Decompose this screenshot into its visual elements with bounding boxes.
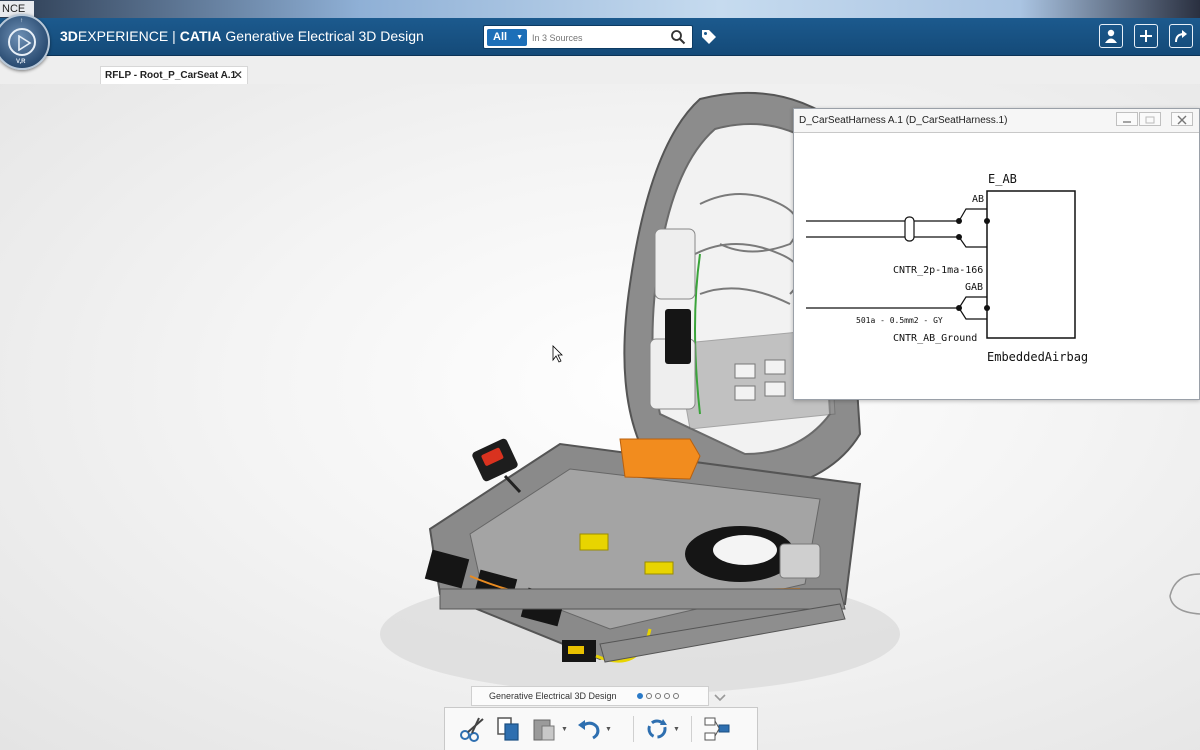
tag-icon[interactable]	[700, 28, 718, 51]
cut-icon[interactable]	[459, 716, 487, 742]
app-title: 3DEXPERIENCE | CATIA Generative Electrical…	[60, 28, 424, 44]
brand-catia: CATIA	[179, 28, 222, 44]
component-box	[986, 190, 1076, 339]
action-separator	[691, 716, 692, 742]
chevron-down-icon[interactable]: ▼	[673, 726, 680, 733]
chevron-down-icon[interactable]: ▼	[561, 726, 568, 733]
chevron-down-icon: ▼	[516, 34, 523, 41]
chevron-down-icon[interactable]	[713, 690, 727, 708]
search-box[interactable]: All ▼	[483, 25, 693, 49]
add-icon[interactable]	[1134, 24, 1158, 48]
wire-label: 501a - 0.5mm2 - GY	[856, 316, 943, 325]
component-label: EmbeddedAirbag	[987, 350, 1088, 364]
chevron-down-icon[interactable]: ▼	[605, 726, 612, 733]
copy-icon[interactable]	[495, 716, 523, 742]
structure-icon[interactable]	[703, 716, 731, 742]
wire-shield-oval	[904, 216, 915, 242]
schematic-title: D_CarSeatHarness A.1 (D_CarSeatHarness.1…	[799, 115, 1008, 126]
page-dot-4[interactable]	[664, 693, 670, 699]
schematic-titlebar[interactable]: D_CarSeatHarness A.1 (D_CarSeatHarness.1…	[794, 109, 1199, 133]
undo-icon[interactable]: ▼	[575, 716, 612, 742]
update-icon[interactable]: ▼	[643, 716, 680, 742]
minimize-icon[interactable]	[1116, 112, 1138, 126]
profile-icon[interactable]	[1099, 24, 1123, 48]
schematic-window[interactable]: D_CarSeatHarness A.1 (D_CarSeatHarness.1…	[793, 108, 1200, 400]
compass-label: V,R	[16, 59, 26, 65]
play-icon[interactable]	[8, 28, 36, 56]
connector-1-label: CNTR_2p-1ma-166	[893, 265, 983, 276]
pin-gab-label: GAB	[965, 282, 983, 293]
share-icon[interactable]	[1169, 24, 1193, 48]
action-bar: ▼ ▼ ▼	[444, 707, 758, 750]
paste-icon[interactable]: ▼	[531, 716, 568, 742]
top-bar: 3DEXPERIENCE | CATIA Generative Electrical…	[0, 18, 1200, 56]
maximize-icon[interactable]	[1139, 112, 1161, 126]
page-dot-1[interactable]	[637, 693, 643, 699]
workbench-name: Generative Electrical 3D Design	[489, 691, 617, 701]
page-dot-5[interactable]	[673, 693, 679, 699]
workbench-label[interactable]: Generative Electrical 3D Design	[471, 686, 709, 706]
pin-ab-label: AB	[972, 194, 984, 205]
action-separator	[633, 716, 634, 742]
search-scope-label: All	[493, 31, 508, 43]
close-icon[interactable]: ✕	[233, 67, 243, 84]
page-dot-3[interactable]	[655, 693, 661, 699]
brand-3d: 3D	[60, 28, 78, 44]
connector-2-label: CNTR_AB_Ground	[893, 333, 977, 344]
schematic-diagram: E_AB AB GAB CNTR_2p-1ma-166 501a - 0.5mm…	[806, 172, 1088, 364]
compass-north-mark: ↑	[20, 18, 23, 24]
search-scope-dropdown[interactable]: All ▼	[487, 29, 527, 46]
tab-label: RFLP - Root_P_CarSeat A.1	[105, 70, 237, 81]
brand-separator: |	[172, 28, 176, 44]
tab-rflp-root[interactable]: RFLP - Root_P_CarSeat A.1 ✕	[100, 66, 248, 84]
search-input[interactable]	[532, 29, 662, 46]
os-title-strip: NCE	[0, 0, 1200, 18]
close-window-icon[interactable]	[1171, 112, 1193, 126]
brand-experience: EXPERIENCE	[77, 28, 169, 44]
search-icon[interactable]	[670, 29, 686, 50]
tab-strip: RFLP - Root_P_CarSeat A.1 ✕	[0, 56, 1200, 84]
component-name: E_AB	[988, 172, 1017, 186]
page-dot-2[interactable]	[646, 693, 652, 699]
app-name: Generative Electrical 3D Design	[225, 28, 424, 44]
